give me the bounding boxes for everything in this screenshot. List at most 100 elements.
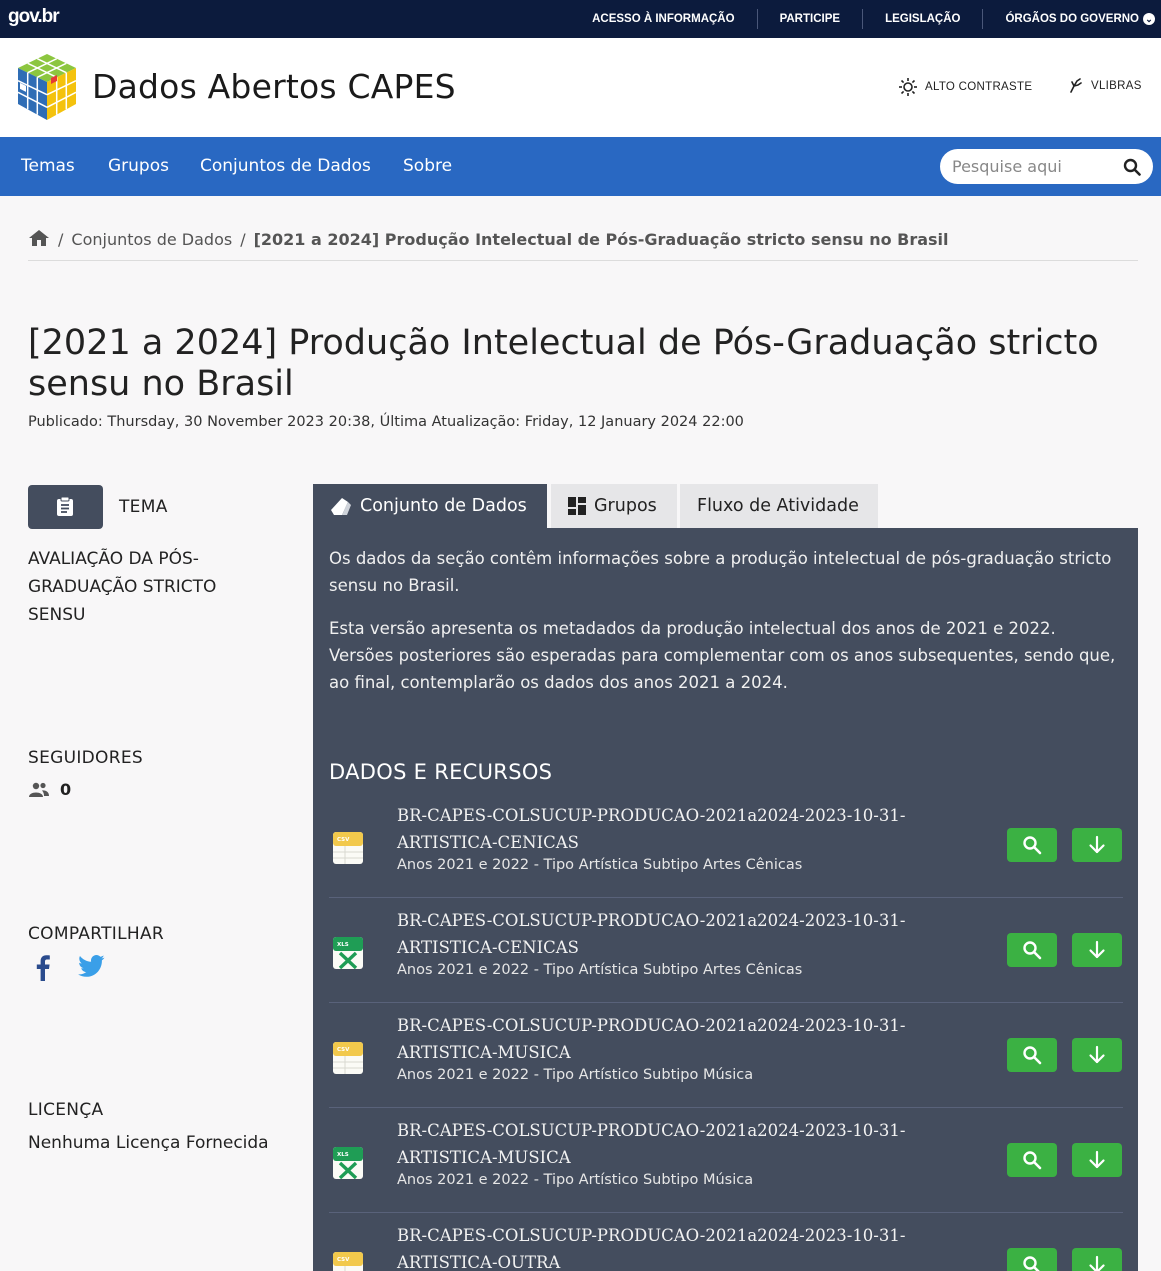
followers-count: 0 bbox=[60, 780, 72, 799]
resource-name[interactable]: BR-CAPES-COLSUCUP-PRODUCAO-2021a2024-202… bbox=[397, 1012, 917, 1066]
vlibras-button[interactable]: VLIBRAS bbox=[1068, 78, 1142, 93]
main-nav: Temas Grupos Conjuntos de Dados Sobre bbox=[0, 137, 1161, 196]
resource-item: CSV BR-CAPES-COLSUCUP-PRODUCAO-2021a2024… bbox=[329, 1004, 1123, 1108]
clipboard-icon bbox=[57, 497, 73, 516]
users-icon bbox=[29, 782, 49, 797]
breadcrumb-current[interactable]: [2021 a 2024] Produção Intelectual de Pó… bbox=[254, 230, 949, 249]
govbr-link-orgaos-label: ÓRGÃOS DO GOVERNO bbox=[1005, 13, 1139, 25]
govbr-bar: gov.br ACESSO À INFORMAÇÃO PARTICIPE LEG… bbox=[0, 0, 1161, 38]
home-icon[interactable] bbox=[28, 228, 50, 248]
govbr-link-orgaos[interactable]: ÓRGÃOS DO GOVERNO ⌄ bbox=[983, 9, 1161, 29]
tab-grupos[interactable]: Grupos bbox=[551, 484, 677, 528]
xls-file-icon: XLS bbox=[333, 1147, 363, 1180]
grid-icon bbox=[568, 497, 586, 515]
svg-text:CSV: CSV bbox=[337, 1047, 350, 1053]
download-button[interactable] bbox=[1072, 1038, 1122, 1072]
tab-grupos-label: Grupos bbox=[594, 496, 657, 516]
facebook-icon[interactable] bbox=[36, 953, 50, 981]
resource-name[interactable]: BR-CAPES-COLSUCUP-PRODUCAO-2021a2024-202… bbox=[397, 1222, 917, 1271]
resource-description: Anos 2021 e 2022 - Tipo Artística Subtip… bbox=[397, 857, 803, 873]
magnifier-icon bbox=[1023, 1046, 1042, 1065]
resource-description: Anos 2021 e 2022 - Tipo Artística Subtip… bbox=[397, 962, 803, 978]
svg-text:CSV: CSV bbox=[337, 1257, 350, 1263]
xls-file-icon: XLS bbox=[333, 937, 363, 970]
preview-button[interactable] bbox=[1007, 828, 1057, 862]
preview-button[interactable] bbox=[1007, 933, 1057, 967]
arrow-down-icon bbox=[1089, 835, 1105, 854]
resource-name[interactable]: BR-CAPES-COLSUCUP-PRODUCAO-2021a2024-202… bbox=[397, 1117, 917, 1171]
magnifier-icon bbox=[1023, 1256, 1040, 1271]
download-button[interactable] bbox=[1072, 933, 1122, 967]
magnifier-icon bbox=[1023, 1151, 1042, 1170]
breadcrumb-conjuntos[interactable]: Conjuntos de Dados bbox=[71, 230, 232, 249]
tema-label: TEMA bbox=[119, 497, 168, 517]
tab-fluxo-de-atividade[interactable]: Fluxo de Atividade bbox=[680, 484, 878, 528]
share-label: COMPARTILHAR bbox=[28, 924, 164, 944]
govbr-link-participe[interactable]: PARTICIPE bbox=[758, 9, 864, 29]
nav-item-temas[interactable]: Temas bbox=[21, 156, 75, 176]
followers-count-row: 0 bbox=[28, 780, 71, 799]
published-dates: Publicado: Thursday, 30 November 2023 20… bbox=[28, 414, 744, 430]
svg-text:CSV: CSV bbox=[337, 837, 350, 843]
dataset-icon bbox=[331, 498, 351, 515]
download-button[interactable] bbox=[1072, 828, 1122, 862]
govbr-link-acesso[interactable]: ACESSO À INFORMAÇÃO bbox=[570, 9, 758, 29]
dataset-description-1: Os dados da seção contêm informações sob… bbox=[329, 549, 1112, 595]
site-title[interactable]: Dados Abertos CAPES bbox=[92, 67, 456, 106]
resources-heading: DADOS E RECURSOS bbox=[329, 760, 553, 784]
arrow-down-icon bbox=[1089, 1150, 1105, 1169]
resource-item: CSV BR-CAPES-COLSUCUP-PRODUCAO-2021a2024… bbox=[329, 1214, 1123, 1271]
resource-item: CSV BR-CAPES-COLSUCUP-PRODUCAO-2021a2024… bbox=[329, 794, 1123, 898]
tab-conjunto-label: Conjunto de Dados bbox=[360, 496, 527, 516]
resource-description: Anos 2021 e 2022 - Tipo Artístico Subtip… bbox=[397, 1067, 754, 1083]
tema-button[interactable] bbox=[28, 485, 103, 529]
resource-description: Anos 2021 e 2022 - Tipo Artístico Subtip… bbox=[397, 1172, 754, 1188]
capes-cube-logo[interactable] bbox=[14, 52, 80, 122]
download-button[interactable] bbox=[1072, 1143, 1122, 1177]
svg-text:XLS: XLS bbox=[337, 1152, 349, 1158]
high-contrast-label: ALTO CONTRASTE bbox=[925, 81, 1033, 93]
dataset-description-2: Esta versão apresenta os metadados da pr… bbox=[329, 619, 1116, 692]
sun-icon bbox=[899, 78, 917, 96]
arrow-down-icon bbox=[1089, 1045, 1105, 1064]
govbr-link-legislacao[interactable]: LEGISLAÇÃO bbox=[863, 9, 984, 29]
csv-file-icon: CSV bbox=[333, 1252, 363, 1271]
govbr-links: ACESSO À INFORMAÇÃO PARTICIPE LEGISLAÇÃO… bbox=[570, 0, 1161, 38]
vlibras-label: VLIBRAS bbox=[1091, 79, 1142, 92]
govbr-logo[interactable]: gov.br bbox=[8, 6, 60, 28]
nav-item-grupos[interactable]: Grupos bbox=[108, 156, 169, 176]
preview-button[interactable] bbox=[1007, 1143, 1057, 1177]
site-header: Dados Abertos CAPES ALTO CONTRASTE VLIBR… bbox=[0, 38, 1161, 137]
search-box bbox=[940, 149, 1153, 184]
resource-item: XLS BR-CAPES-COLSUCUP-PRODUCAO-2021a2024… bbox=[329, 899, 1123, 1003]
followers-label: SEGUIDORES bbox=[28, 748, 143, 768]
resource-name[interactable]: BR-CAPES-COLSUCUP-PRODUCAO-2021a2024-202… bbox=[397, 802, 917, 856]
nav-item-sobre[interactable]: Sobre bbox=[403, 156, 452, 176]
preview-button[interactable] bbox=[1007, 1038, 1057, 1072]
resource-name[interactable]: BR-CAPES-COLSUCUP-PRODUCAO-2021a2024-202… bbox=[397, 907, 917, 961]
tema-value[interactable]: AVALIAÇÃO DA PÓS-GRADUAÇÃO STRICTO SENSU bbox=[28, 545, 268, 629]
magnifier-icon bbox=[1023, 836, 1042, 855]
chevron-down-icon: ⌄ bbox=[1143, 12, 1155, 25]
breadcrumb-separator: / bbox=[240, 230, 246, 249]
search-icon[interactable] bbox=[1123, 158, 1141, 176]
download-button[interactable] bbox=[1072, 1248, 1122, 1271]
preview-button[interactable] bbox=[1007, 1248, 1057, 1271]
tab-fluxo-label: Fluxo de Atividade bbox=[697, 496, 859, 516]
csv-file-icon: CSV bbox=[333, 1042, 363, 1074]
license-label: LICENÇA bbox=[28, 1100, 104, 1120]
breadcrumb-separator: / bbox=[58, 230, 64, 249]
page-title: [2021 a 2024] Produção Intelectual de Pó… bbox=[28, 323, 1099, 404]
high-contrast-button[interactable]: ALTO CONTRASTE bbox=[899, 78, 1032, 96]
nav-item-conjuntos[interactable]: Conjuntos de Dados bbox=[200, 156, 371, 176]
magnifier-icon bbox=[1023, 941, 1042, 960]
hand-sign-icon bbox=[1070, 78, 1082, 93]
arrow-down-icon bbox=[1089, 940, 1105, 959]
svg-text:XLS: XLS bbox=[337, 942, 349, 948]
resource-item: XLS BR-CAPES-COLSUCUP-PRODUCAO-2021a2024… bbox=[329, 1109, 1123, 1213]
tab-conjunto-de-dados[interactable]: Conjunto de Dados bbox=[313, 484, 547, 528]
search-input[interactable] bbox=[952, 155, 1112, 177]
twitter-icon[interactable] bbox=[78, 955, 105, 977]
license-value: Nenhuma Licença Fornecida bbox=[28, 1133, 269, 1153]
dataset-panel: Os dados da seção contêm informações sob… bbox=[313, 528, 1138, 1271]
